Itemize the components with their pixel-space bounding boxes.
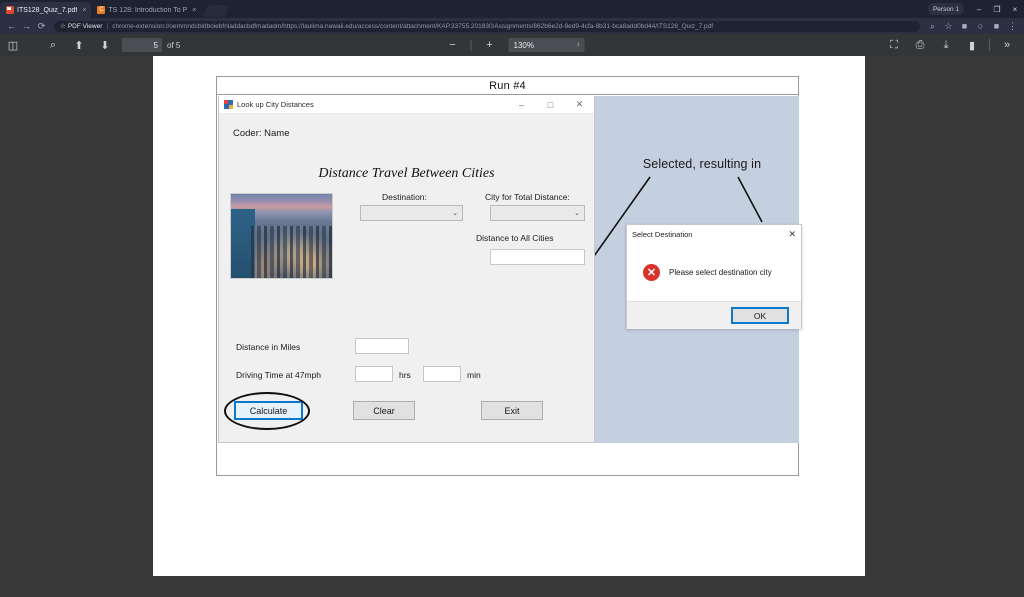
extension-icon[interactable]: ■ — [957, 19, 972, 34]
zoom-level-value: 130% — [513, 40, 534, 50]
dialog-close-icon[interactable]: ✕ — [788, 229, 796, 240]
calculate-button-highlight-circle — [224, 392, 310, 430]
next-page-icon[interactable]: ⬇ — [92, 34, 118, 56]
winform-body: Coder: Name Distance Travel Between Citi… — [219, 114, 594, 442]
driving-minutes-input[interactable] — [423, 366, 461, 382]
browser-tab-1[interactable]: ITS128_Quiz_7.pdf × — [0, 2, 92, 18]
coder-label: Coder: Name — [233, 128, 290, 139]
error-icon: ✕ — [643, 263, 660, 281]
winform-window: Look up City Distances – □ ✕ Coder: Name… — [218, 96, 595, 443]
search-icon[interactable]: ⌕ — [40, 34, 66, 56]
winform-title: Look up City Distances — [237, 100, 314, 109]
winform-close-button[interactable]: ✕ — [565, 96, 594, 114]
zoom-out-button[interactable]: − — [440, 34, 466, 56]
winform-maximize-button[interactable]: □ — [536, 96, 565, 114]
close-icon[interactable]: × — [82, 7, 86, 14]
bookmark-star-icon[interactable]: ☆ — [941, 19, 956, 34]
zoom-controls: − + 130% ↕ — [440, 34, 585, 56]
more-options-icon[interactable]: » — [994, 34, 1020, 56]
annotation-text: Selected, resulting in — [642, 157, 762, 171]
driving-hours-input[interactable] — [355, 366, 393, 382]
zoom-in-button[interactable]: + — [477, 34, 503, 56]
dialog-message: Please select destination city — [669, 267, 772, 277]
divider — [989, 39, 990, 51]
new-tab-button[interactable] — [203, 5, 230, 17]
extension-2-icon[interactable]: ■ — [989, 19, 1004, 34]
page-number-input[interactable]: 5 — [122, 38, 162, 52]
bookmark-icon[interactable]: ▮ — [959, 34, 985, 56]
fit-page-icon[interactable]: ⛶ — [881, 34, 907, 56]
zoom-level-select[interactable]: 130% ↕ — [508, 38, 585, 52]
total-distance-city-select[interactable]: ⌄ — [490, 205, 585, 221]
dialog-body: ✕ Please select destination city — [627, 243, 801, 301]
back-icon[interactable]: ← — [4, 19, 19, 34]
winform-window-controls: – □ ✕ — [507, 96, 594, 114]
spinner-icon: ↕ — [576, 42, 580, 48]
destination-label: Destination: — [382, 192, 427, 202]
exit-button[interactable]: Exit — [481, 401, 543, 420]
minimize-button[interactable]: – — [970, 0, 988, 18]
course-site-icon: C — [97, 6, 106, 14]
dialog-ok-button[interactable]: OK — [731, 307, 789, 324]
dialog-titlebar: Select Destination ✕ — [627, 225, 801, 243]
destination-select[interactable]: ⌄ — [360, 205, 463, 221]
pdf-viewer-badge: ☆ PDF Viewer — [60, 22, 103, 31]
pdf-toolbar-right: ⛶ ⎙ ⤓ ▮ » — [881, 34, 1020, 56]
page-count-label: of 5 — [167, 40, 181, 50]
run-title: Run #4 — [217, 77, 798, 95]
minutes-unit-label: min — [467, 370, 481, 380]
winform-minimize-button[interactable]: – — [507, 96, 536, 114]
pdf-file-icon — [6, 6, 14, 14]
navbar-right-actions: ⌕ ☆ ■ ○ ■ ⋮ — [925, 19, 1020, 34]
browser-navbar: ← → ⟳ ☆ PDF Viewer | chrome-extension://… — [0, 18, 1024, 34]
browser-tab-2[interactable]: C TS 128: Introduction To P × — [91, 2, 201, 18]
hours-unit-label: hrs — [399, 370, 411, 380]
address-bar-url: chrome-extension://oemmndcbldboiebfnladd… — [112, 22, 714, 30]
maximize-button[interactable]: ❐ — [988, 0, 1006, 18]
browser-tab-2-label: TS 128: Introduction To P — [108, 6, 188, 14]
distance-all-cities-label: Distance to All Cities — [476, 233, 554, 243]
address-bar[interactable]: ☆ PDF Viewer | chrome-extension://oemmnd… — [54, 20, 920, 32]
browser-tabstrip: ITS128_Quiz_7.pdf × C TS 128: Introducti… — [0, 0, 1024, 18]
app-icon — [224, 100, 233, 109]
form-title: Distance Travel Between Cities — [318, 166, 495, 181]
close-window-button[interactable]: × — [1006, 0, 1024, 18]
dialog-title: Select Destination — [632, 229, 693, 239]
divider — [470, 39, 472, 51]
distance-all-cities-input[interactable] — [490, 249, 585, 265]
error-dialog: Select Destination ✕ ✕ Please select des… — [626, 224, 802, 329]
browser-menu-icon[interactable]: ⋮ — [1005, 19, 1020, 34]
forward-icon[interactable]: → — [19, 19, 34, 34]
profile-label: Person 1 — [932, 5, 959, 13]
dialog-footer: OK — [627, 301, 801, 329]
sidebar-toggle-icon[interactable]: ◫ — [0, 34, 26, 56]
previous-page-icon[interactable]: ⬆ — [66, 34, 92, 56]
pdf-page: Run #4 Selected, resulting in Look up Ci… — [153, 56, 865, 576]
window-controls: Person 1 – ❐ × — [927, 0, 1024, 18]
pdf-viewer-badge-label: PDF Viewer — [67, 22, 103, 30]
slide-content-box: Run #4 Selected, resulting in Look up Ci… — [216, 76, 802, 476]
winform-titlebar: Look up City Distances – □ ✕ — [219, 96, 594, 114]
pdf-toolbar: ◫ ⌕ ⬆ ⬇ 5 of 5 − + 130% ↕ ⛶ ⎙ ⤓ ▮ » — [0, 34, 1024, 56]
chevron-down-icon: ⌄ — [452, 210, 458, 217]
clear-button[interactable]: Clear — [353, 401, 415, 420]
profile-chip[interactable]: Person 1 — [927, 3, 964, 15]
download-icon[interactable]: ⤓ — [933, 34, 959, 56]
profile-avatar-icon[interactable]: ○ — [973, 19, 988, 34]
chevron-down-icon: ⌄ — [574, 210, 580, 217]
distance-miles-label: Distance in Miles — [236, 342, 301, 352]
zoom-indicator-icon[interactable]: ⌕ — [925, 19, 940, 34]
star-icon: ☆ — [60, 23, 66, 30]
reload-icon[interactable]: ⟳ — [34, 19, 49, 34]
browser-tab-1-label: ITS128_Quiz_7.pdf — [17, 6, 78, 14]
print-icon[interactable]: ⎙ — [907, 34, 933, 56]
total-distance-city-label: City for Total Distance: — [485, 192, 570, 202]
driving-time-label: Driving Time at 47mph — [236, 370, 322, 380]
omnibox-separator: | — [106, 22, 109, 30]
miami-skyline-photo — [230, 193, 333, 279]
close-icon[interactable]: × — [192, 7, 196, 14]
distance-miles-input[interactable] — [355, 338, 409, 354]
